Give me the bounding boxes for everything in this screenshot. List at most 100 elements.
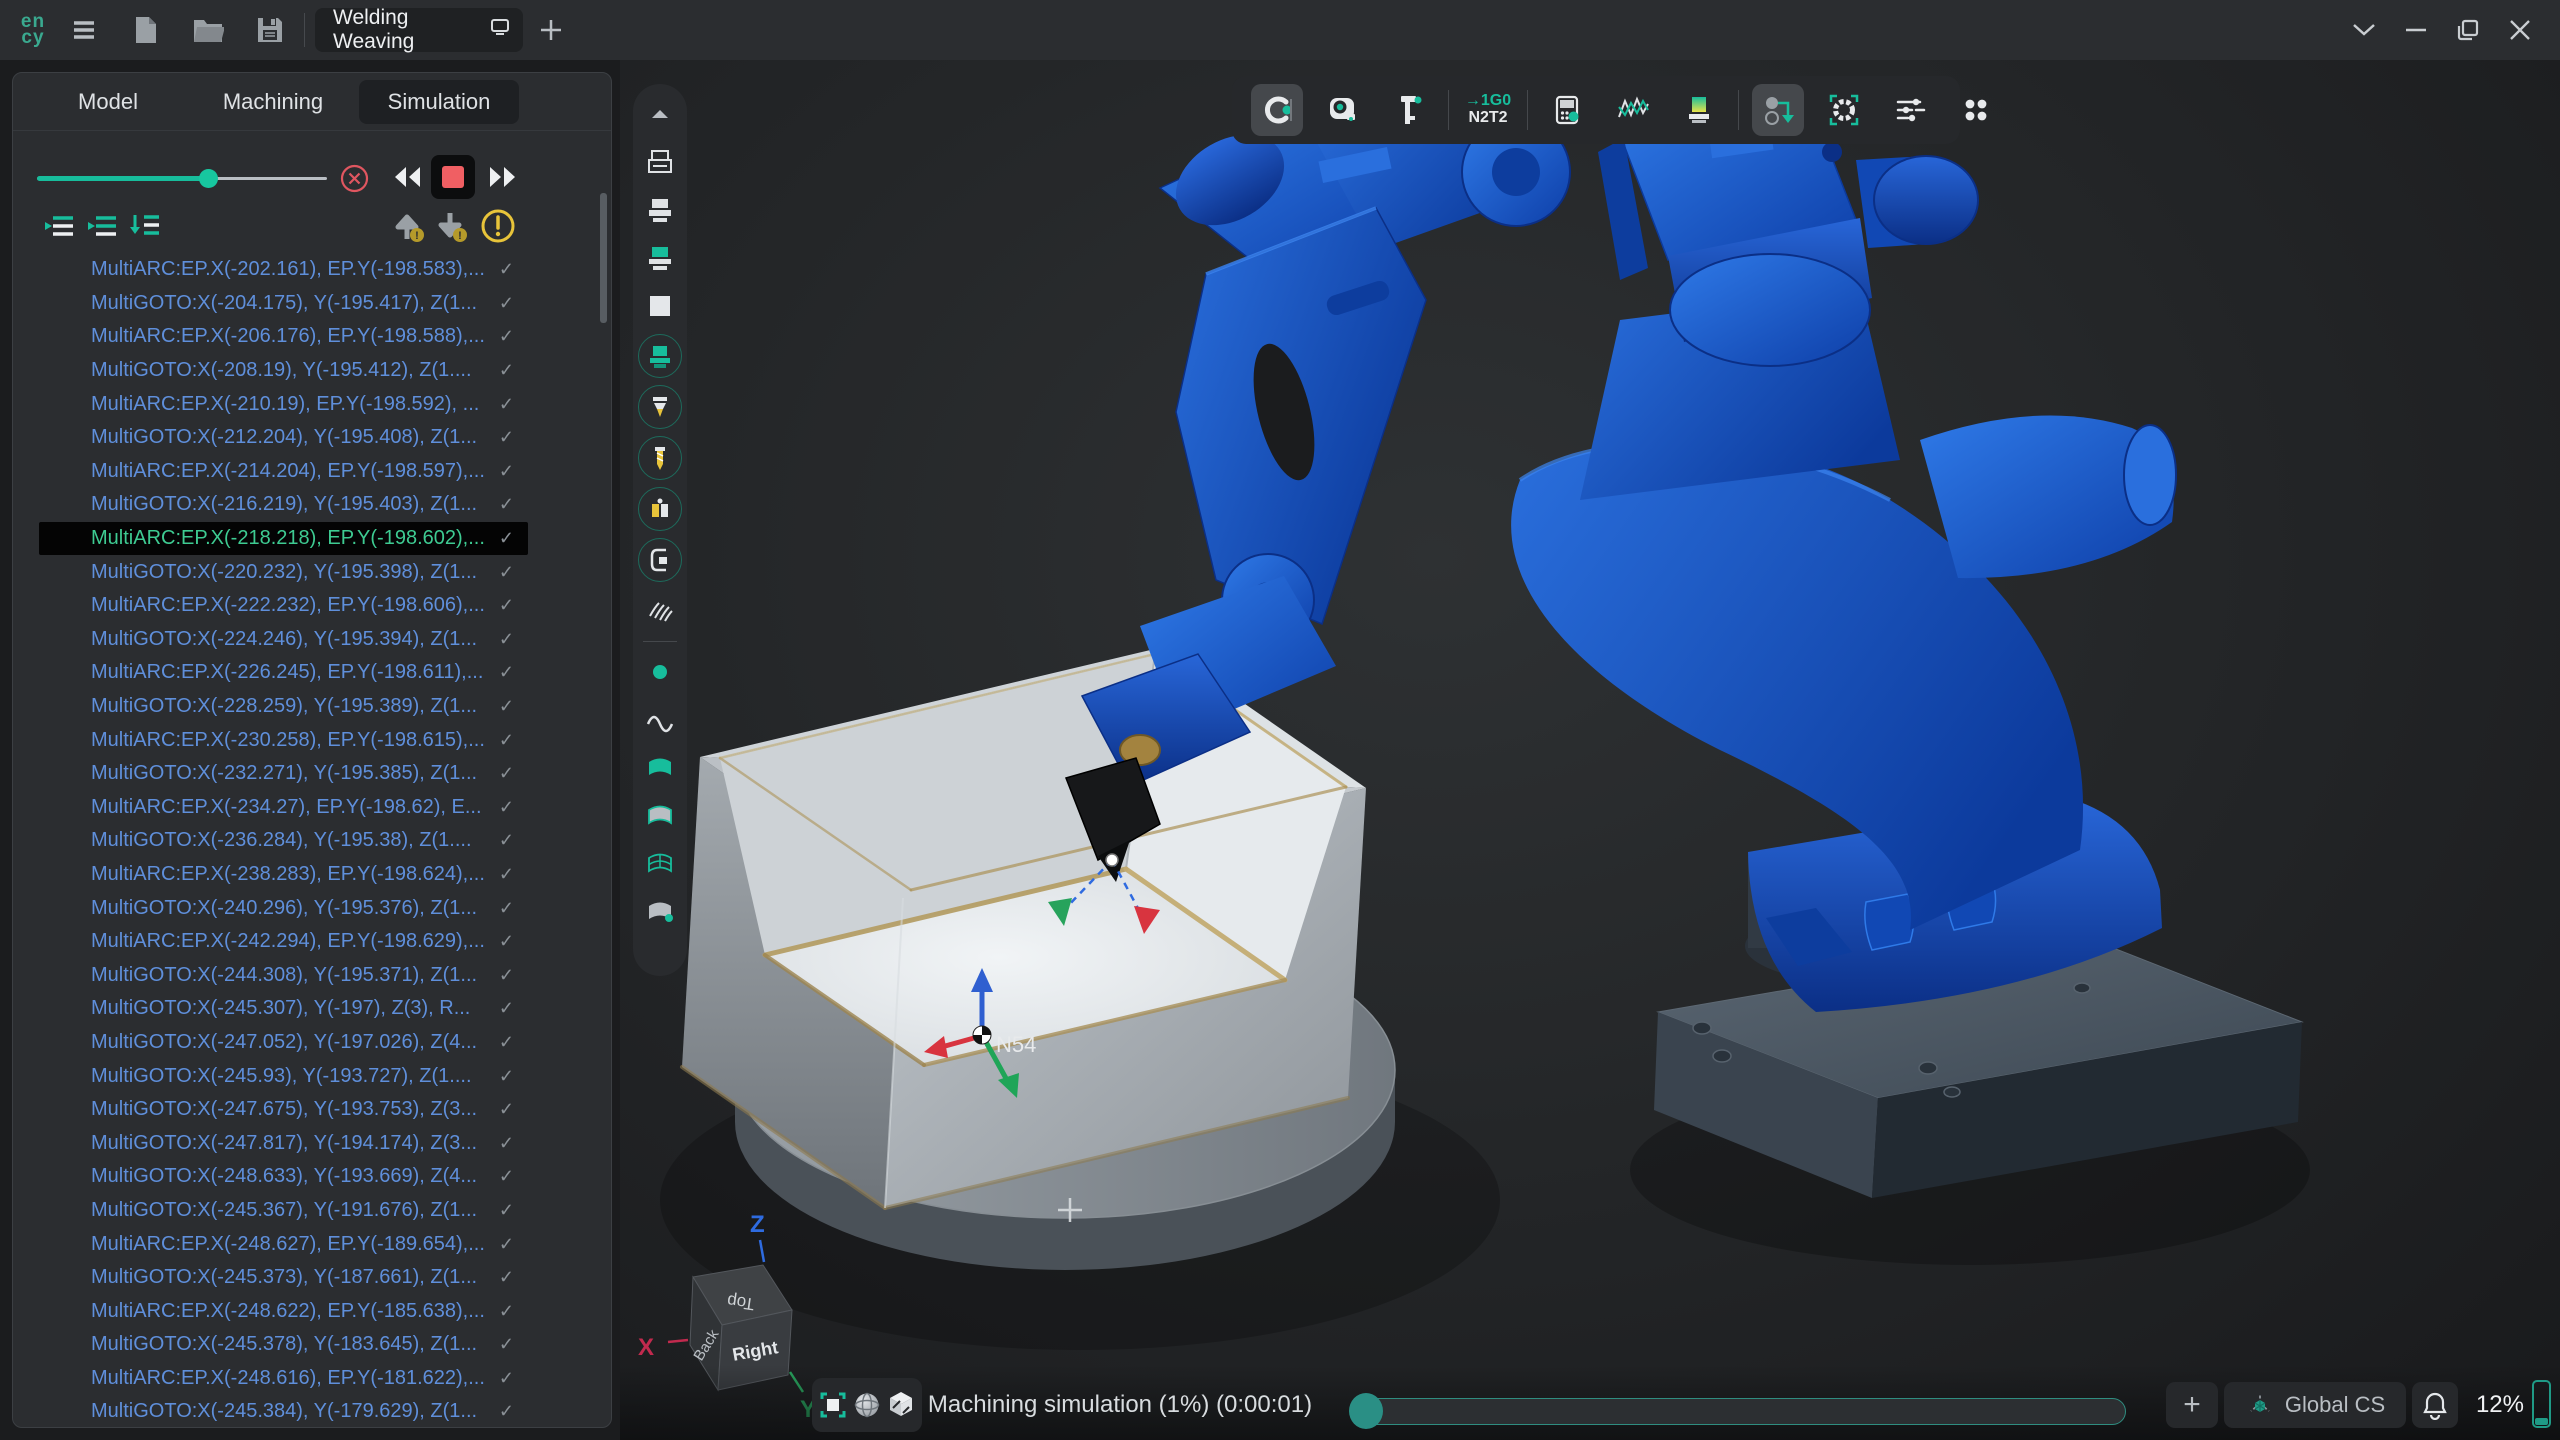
- gcode-list-item[interactable]: MultiGOTO:X(-204.175), Y(-195.417), Z(1.…: [39, 287, 528, 321]
- tape-measure-icon[interactable]: [1317, 84, 1369, 136]
- gcode-item-checkmark[interactable]: ✓: [499, 595, 514, 616]
- stock-result-icon[interactable]: [640, 238, 680, 278]
- gcode-item-checkmark[interactable]: ✓: [499, 1234, 514, 1255]
- save-file-icon[interactable]: [250, 10, 290, 50]
- gcode-list-item[interactable]: MultiARC:EP.X(-206.176), EP.Y(-198.588),…: [39, 320, 528, 354]
- gcode-list-item[interactable]: MultiGOTO:X(-216.219), Y(-195.403), Z(1.…: [39, 488, 528, 522]
- gcode-item-checkmark[interactable]: ✓: [499, 1401, 514, 1422]
- stock-solid-icon[interactable]: [640, 190, 680, 230]
- view-cube-face-top[interactable]: Top: [726, 1291, 756, 1314]
- tab-model[interactable]: Model: [53, 73, 163, 131]
- new-file-icon[interactable]: [126, 10, 166, 50]
- material-stack-icon[interactable]: [1673, 84, 1725, 136]
- gcode-list-item[interactable]: MultiGOTO:X(-208.19), Y(-195.412), Z(1..…: [39, 354, 528, 388]
- open-folder-icon[interactable]: [188, 10, 228, 50]
- gcode-item-checkmark[interactable]: ✓: [499, 427, 514, 448]
- gear-framed-icon[interactable]: [1818, 84, 1870, 136]
- gcode-item-checkmark[interactable]: ✓: [499, 662, 514, 683]
- gcode-item-checkmark[interactable]: ✓: [499, 1166, 514, 1187]
- gcode-item-checkmark[interactable]: ✓: [499, 293, 514, 314]
- gcode-item-checkmark[interactable]: ✓: [499, 394, 514, 415]
- gcode-list-item[interactable]: MultiARC:EP.X(-248.616), EP.Y(-181.622),…: [39, 1362, 528, 1396]
- gcode-item-checkmark[interactable]: ✓: [499, 326, 514, 347]
- gcode-item-checkmark[interactable]: ✓: [499, 696, 514, 717]
- close-button[interactable]: [2494, 8, 2546, 52]
- stock-wireframe-icon[interactable]: [640, 142, 680, 182]
- gcode-item-checkmark[interactable]: ✓: [499, 763, 514, 784]
- gcode-item-checkmark[interactable]: ✓: [499, 730, 514, 751]
- gcode-list-item[interactable]: MultiGOTO:X(-245.307), Y(-197), Z(3), R.…: [39, 992, 528, 1026]
- warnings-icon[interactable]: [478, 206, 518, 246]
- control-panel-icon[interactable]: [1541, 84, 1593, 136]
- simulation-slider-knob[interactable]: [199, 169, 218, 188]
- tool-drill-icon[interactable]: [638, 436, 682, 480]
- stock-plain-icon[interactable]: [640, 286, 680, 326]
- gcode-item-checkmark[interactable]: ✓: [499, 528, 514, 549]
- collapse-chevron-icon[interactable]: [2338, 8, 2390, 52]
- scroll-up-icon[interactable]: [640, 94, 680, 134]
- isometric-view-icon[interactable]: [884, 1388, 918, 1422]
- gcode-list-item[interactable]: MultiGOTO:X(-240.296), Y(-195.376), Z(1.…: [39, 891, 528, 925]
- gcode-item-checkmark[interactable]: ✓: [499, 1099, 514, 1120]
- gcode-list-item[interactable]: MultiGOTO:X(-247.817), Y(-194.174), Z(3.…: [39, 1126, 528, 1160]
- gcode-item-checkmark[interactable]: ✓: [499, 931, 514, 952]
- step-into-list-icon[interactable]: [39, 206, 79, 246]
- scene-3d[interactable]: N54 Top Back Right Z X Y: [620, 60, 2560, 1440]
- display-mode-icon[interactable]: [489, 17, 511, 43]
- gcode-item-checkmark[interactable]: ✓: [499, 797, 514, 818]
- caliper-icon[interactable]: [1383, 84, 1435, 136]
- fit-view-icon[interactable]: [816, 1388, 850, 1422]
- tab-machining[interactable]: Machining: [203, 73, 343, 131]
- simulation-progress-track[interactable]: [1356, 1398, 2126, 1425]
- gcode-list-item[interactable]: MultiGOTO:X(-244.308), Y(-195.371), Z(1.…: [39, 958, 528, 992]
- gcode-list-item[interactable]: MultiARC:EP.X(-222.232), EP.Y(-198.606),…: [39, 589, 528, 623]
- hamburger-menu-icon[interactable]: [64, 10, 104, 50]
- coordinate-system-button[interactable]: Global CS: [2224, 1382, 2406, 1428]
- gcode-item-checkmark[interactable]: ✓: [499, 1032, 514, 1053]
- gcode-item-checkmark[interactable]: ✓: [499, 898, 514, 919]
- gcode-item-checkmark[interactable]: ✓: [499, 864, 514, 885]
- add-view-button[interactable]: +: [2166, 1382, 2218, 1428]
- gcode-item-checkmark[interactable]: ✓: [499, 1066, 514, 1087]
- show-point-icon[interactable]: [640, 652, 680, 692]
- gcode-item-checkmark[interactable]: ✓: [499, 1334, 514, 1355]
- magnet-probe-icon[interactable]: [1251, 84, 1303, 136]
- gcode-list-item[interactable]: MultiGOTO:X(-247.675), Y(-193.753), Z(3.…: [39, 1093, 528, 1127]
- step-over-list-icon[interactable]: [82, 206, 122, 246]
- gcode-list-item[interactable]: MultiGOTO:X(-245.378), Y(-183.645), Z(1.…: [39, 1328, 528, 1362]
- waveform-compare-icon[interactable]: [1607, 84, 1659, 136]
- viewport-3d[interactable]: N54 Top Back Right Z X Y: [620, 60, 2560, 1440]
- gcode-item-checkmark[interactable]: ✓: [499, 830, 514, 851]
- tool-holder-icon[interactable]: [638, 487, 682, 531]
- gcode-list-item[interactable]: MultiGOTO:X(-245.373), Y(-187.661), Z(1.…: [39, 1261, 528, 1295]
- gcode-list-item[interactable]: MultiGOTO:X(-245.384), Y(-179.629), Z(1.…: [39, 1395, 528, 1428]
- cancel-simulation-button[interactable]: [340, 164, 369, 193]
- gcode-scrollbar-thumb[interactable]: [600, 193, 607, 323]
- gcode-list-item[interactable]: MultiARC:EP.X(-214.204), EP.Y(-198.597),…: [39, 455, 528, 489]
- gcode-item-checkmark[interactable]: ✓: [499, 1368, 514, 1389]
- tool-machine-icon[interactable]: [638, 538, 682, 582]
- gcode-list-item[interactable]: MultiARC:EP.X(-202.161), EP.Y(-198.583),…: [39, 253, 528, 287]
- gcode-list-item[interactable]: MultiGOTO:X(-220.232), Y(-195.398), Z(1.…: [39, 555, 528, 589]
- apps-grid-icon[interactable]: [1950, 84, 2002, 136]
- gcode-item-checkmark[interactable]: ✓: [499, 1301, 514, 1322]
- gcode-list-item[interactable]: MultiARC:EP.X(-248.622), EP.Y(-185.638),…: [39, 1294, 528, 1328]
- show-curve-icon[interactable]: [640, 700, 680, 740]
- goto-n2t2-icon[interactable]: →1G0 N2T2: [1462, 84, 1514, 136]
- fast-forward-button[interactable]: [481, 155, 525, 199]
- simulation-settings-icon[interactable]: [1884, 84, 1936, 136]
- notifications-bell-icon[interactable]: [2412, 1382, 2458, 1428]
- previous-warning-icon[interactable]: !: [389, 206, 429, 246]
- document-tab[interactable]: Welding Weaving: [315, 8, 523, 52]
- gcode-list-item[interactable]: MultiARC:EP.X(-242.294), EP.Y(-198.629),…: [39, 925, 528, 959]
- gcode-item-checkmark[interactable]: ✓: [499, 965, 514, 986]
- gcode-item-checkmark[interactable]: ✓: [499, 1267, 514, 1288]
- rewind-button[interactable]: [385, 155, 429, 199]
- new-document-plus-icon[interactable]: [531, 10, 571, 50]
- surface-mesh-icon[interactable]: [640, 844, 680, 884]
- orbit-view-icon[interactable]: [850, 1388, 884, 1422]
- gcode-list-item[interactable]: MultiGOTO:X(-224.246), Y(-195.394), Z(1.…: [39, 623, 528, 657]
- gcode-list-item[interactable]: MultiARC:EP.X(-238.283), EP.Y(-198.624),…: [39, 858, 528, 892]
- gcode-item-checkmark[interactable]: ✓: [499, 259, 514, 280]
- gcode-list-item[interactable]: MultiARC:EP.X(-210.19), EP.Y(-198.592), …: [39, 387, 528, 421]
